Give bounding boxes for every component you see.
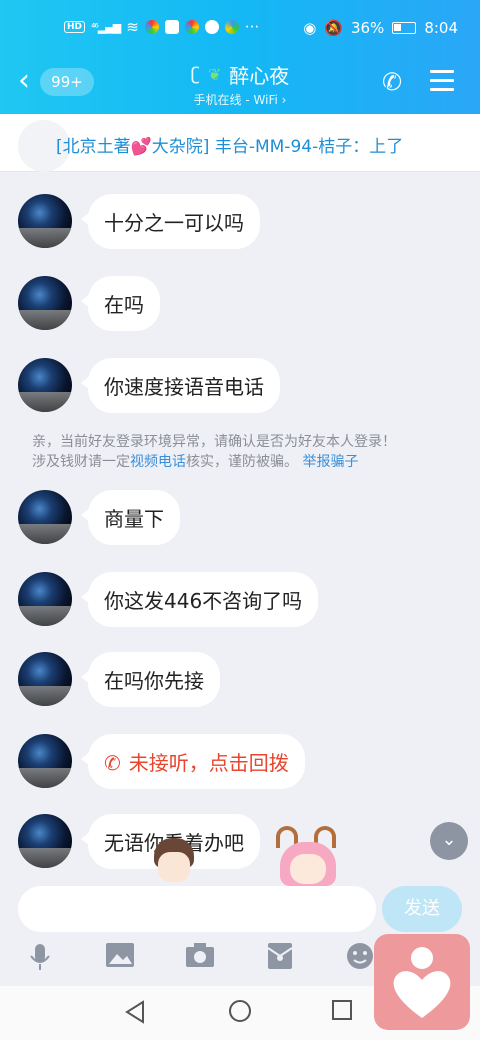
chat-icon (164, 20, 179, 34)
phone-call-icon[interactable]: ✆ (382, 68, 402, 96)
message-bubble[interactable]: 十分之一可以吗 (81, 194, 260, 249)
message-list[interactable]: 十分之一可以吗 在吗 你速度接语音电话 亲，当前好友登录环境异常，请确认是否为好… (0, 172, 480, 884)
red-packet-icon[interactable] (264, 942, 296, 974)
hd-icon: HD (64, 21, 86, 33)
sprout-icon: ❦ (207, 65, 222, 84)
message-bubble[interactable]: 商量下 (81, 490, 180, 545)
missed-call-bubble[interactable]: ✆ 未接听，点击回拨 (81, 734, 305, 789)
message-bubble[interactable]: 在吗你先接 (81, 652, 220, 707)
avatar[interactable] (18, 652, 72, 706)
nav-back-icon[interactable] (124, 1000, 146, 1024)
notice-text: [北京土著💕大杂院] 丰台-MM-94-桔子：上了 (56, 137, 404, 157)
avatar[interactable] (18, 572, 72, 626)
avatar[interactable] (18, 194, 72, 248)
app-icon (144, 20, 159, 34)
eye-icon: ◉ (303, 19, 317, 37)
message-row: 无语你看着办吧 (18, 814, 260, 869)
chibi-girl-sticker (268, 826, 348, 886)
chevron-right-icon: › (281, 93, 287, 107)
online-status: 手机在线 - WiFi (193, 93, 278, 107)
message-input[interactable] (18, 886, 376, 932)
scroll-down-icon[interactable]: ⌄ (430, 822, 468, 860)
report-scammer-link[interactable]: 举报骗子 (302, 454, 358, 470)
message-bubble[interactable]: 在吗 (81, 276, 160, 331)
missed-call-text: 未接听，点击回拨 (128, 751, 289, 775)
warning-line: 亲，当前好友登录环境异常，请确认是否为好友本人登录！ (32, 434, 396, 450)
mute-icon: 🔕 (324, 19, 343, 37)
chibi-boy-sticker (148, 836, 198, 886)
group-notice-bar[interactable]: [北京土著💕大杂院] 丰台-MM-94-桔子：上了 (0, 114, 480, 172)
avatar[interactable] (18, 734, 72, 788)
message-row: 在吗 (18, 276, 160, 331)
wifi-icon: ≋ (126, 18, 139, 36)
message-bubble[interactable]: 你这发446不咨询了吗 (80, 572, 319, 627)
message-row: ✆ 未接听，点击回拨 (18, 734, 305, 789)
clock: 8:04 (424, 19, 458, 37)
message-row: 十分之一可以吗 (18, 194, 260, 249)
microphone-icon[interactable] (24, 942, 56, 974)
more-status-icon: ··· (244, 18, 260, 36)
app-icon (204, 20, 219, 34)
avatar[interactable] (18, 490, 72, 544)
video-call-link[interactable]: 视频电话 (130, 454, 186, 470)
avatar[interactable] (18, 358, 72, 412)
floating-heart-widget[interactable] (374, 934, 470, 1030)
camera-icon[interactable] (184, 942, 216, 974)
nav-home-icon[interactable] (229, 1000, 251, 1022)
battery-percent: 36% (350, 19, 385, 37)
contact-name: 醉心夜 (229, 64, 290, 88)
menu-icon[interactable] (430, 70, 454, 97)
app-icon (224, 20, 239, 34)
message-row: 商量下 (18, 490, 180, 545)
avatar[interactable] (18, 814, 72, 868)
input-bar: 发送 (0, 884, 480, 934)
security-warning: 亲，当前好友登录环境异常，请确认是否为好友本人登录！ 涉及钱财请一定视频电话核实… (32, 432, 452, 472)
message-bubble[interactable]: 你速度接语音电话 (81, 358, 280, 413)
signal-icon: ⁴⁶▂▄▆ (91, 20, 121, 34)
warning-text: 核实，谨防被骗。 (186, 454, 298, 470)
phone-icon: ✆ (104, 751, 121, 775)
chat-header: ‹ 99+ ʗ ❦ 醉心夜 手机在线 - WiFi › ✆ (0, 58, 480, 114)
battery-icon (392, 22, 417, 34)
message-row: 你这发446不咨询了吗 (18, 572, 319, 627)
message-row: 在吗你先接 (18, 652, 220, 707)
ear-icon: ʗ (190, 64, 200, 85)
contact-title[interactable]: ʗ ❦ 醉心夜 手机在线 - WiFi › (0, 60, 480, 108)
message-row: 你速度接语音电话 (18, 358, 280, 413)
emoji-icon[interactable] (344, 942, 376, 974)
heart-icon (393, 947, 451, 1018)
avatar[interactable] (18, 276, 72, 330)
nav-recent-icon[interactable] (332, 1000, 352, 1020)
app-icon (184, 20, 199, 34)
send-button[interactable]: 发送 (382, 886, 462, 932)
status-bar: HD ⁴⁶▂▄▆ ≋ ··· ◉ 🔕 36% 8:04 (0, 0, 480, 58)
warning-text: 涉及钱财请一定 (32, 454, 130, 470)
image-icon[interactable] (104, 942, 136, 974)
